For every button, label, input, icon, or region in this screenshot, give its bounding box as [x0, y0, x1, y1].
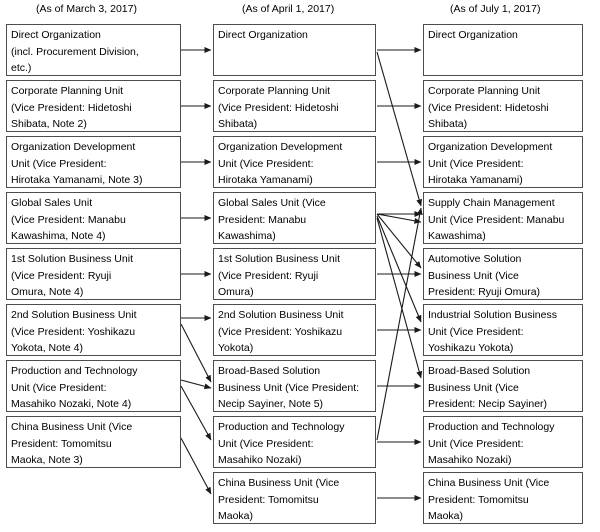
connector-arrow — [376, 207, 423, 441]
org-unit-label: Organization Development Unit (Vice Pres… — [218, 141, 343, 187]
org-unit-box-a7[interactable]: Broad-Based Solution Business Unit (Vice… — [213, 360, 376, 412]
org-unit-label: Automotive Solution Business Unit (Vice … — [428, 253, 541, 299]
org-unit-box-j1[interactable]: Direct Organization — [423, 24, 583, 76]
org-unit-label: Direct Organization — [218, 29, 308, 41]
org-unit-label: Corporate Planning Unit (Vice President:… — [218, 85, 339, 131]
org-unit-box-a2[interactable]: Corporate Planning Unit (Vice President:… — [213, 80, 376, 132]
org-unit-box-m1[interactable]: Direct Organization (incl. Procurement D… — [6, 24, 181, 76]
org-unit-label: China Business Unit (Vice President: Tom… — [428, 477, 550, 523]
org-unit-box-m3[interactable]: Organization Development Unit (Vice Pres… — [6, 136, 181, 188]
connector-arrow — [376, 213, 422, 269]
org-unit-box-a1[interactable]: Direct Organization — [213, 24, 376, 76]
org-unit-box-m4[interactable]: Global Sales Unit (Vice President: Manab… — [6, 192, 181, 244]
org-unit-label: Direct Organization (incl. Procurement D… — [11, 29, 139, 75]
org-unit-label: Supply Chain Management Unit (Vice Presi… — [428, 197, 565, 243]
org-unit-box-m6[interactable]: 2nd Solution Business Unit (Vice Preside… — [6, 304, 181, 356]
org-unit-label: Industrial Solution Business Unit (Vice … — [428, 309, 557, 355]
org-unit-label: Corporate Planning Unit (Vice President:… — [428, 85, 549, 131]
org-unit-box-a6[interactable]: 2nd Solution Business Unit (Vice Preside… — [213, 304, 376, 356]
column-header-april: (As of April 1, 2017) — [242, 3, 335, 15]
connector-arrow — [180, 379, 212, 390]
org-unit-label: Broad-Based Solution Business Unit (Vice… — [428, 365, 548, 411]
org-unit-label: China Business Unit (Vice President: Tom… — [11, 421, 133, 467]
connector-arrow — [180, 323, 212, 383]
org-unit-label: 1st Solution Business Unit (Vice Preside… — [11, 253, 133, 299]
org-unit-label: 2nd Solution Business Unit (Vice Preside… — [11, 309, 137, 355]
org-unit-label: Organization Development Unit (Vice Pres… — [11, 141, 143, 187]
org-unit-box-j7[interactable]: Broad-Based Solution Business Unit (Vice… — [423, 360, 583, 412]
org-unit-label: Direct Organization — [428, 29, 518, 41]
org-unit-label: Organization Development Unit (Vice Pres… — [428, 141, 553, 187]
org-unit-label: 2nd Solution Business Unit (Vice Preside… — [218, 309, 344, 355]
org-unit-box-j4[interactable]: Supply Chain Management Unit (Vice Presi… — [423, 192, 583, 244]
org-unit-box-j3[interactable]: Organization Development Unit (Vice Pres… — [423, 136, 583, 188]
org-unit-box-j2[interactable]: Corporate Planning Unit (Vice President:… — [423, 80, 583, 132]
org-unit-box-j5[interactable]: Automotive Solution Business Unit (Vice … — [423, 248, 583, 300]
org-unit-label: 1st Solution Business Unit (Vice Preside… — [218, 253, 340, 299]
org-unit-box-a9[interactable]: China Business Unit (Vice President: Tom… — [213, 472, 376, 524]
org-unit-box-m2[interactable]: Corporate Planning Unit (Vice President:… — [6, 80, 181, 132]
org-unit-label: Broad-Based Solution Business Unit (Vice… — [218, 365, 360, 411]
org-unit-box-j8[interactable]: Production and Technology Unit (Vice Pre… — [423, 416, 583, 468]
org-unit-label: China Business Unit (Vice President: Tom… — [218, 477, 340, 523]
org-unit-label: Production and Technology Unit (Vice Pre… — [218, 421, 345, 467]
org-unit-box-a8[interactable]: Production and Technology Unit (Vice Pre… — [213, 416, 376, 468]
org-unit-box-a3[interactable]: Organization Development Unit (Vice Pres… — [213, 136, 376, 188]
org-unit-label: Global Sales Unit (Vice President: Manab… — [218, 197, 326, 243]
org-change-diagram: (As of March 3, 2017) Direct Organization… — [0, 0, 600, 532]
column-header-march: (As of March 3, 2017) — [36, 3, 137, 15]
column-header-july: (As of July 1, 2017) — [450, 3, 541, 15]
org-unit-box-a5[interactable]: 1st Solution Business Unit (Vice Preside… — [213, 248, 376, 300]
org-unit-label: Production and Technology Unit (Vice Pre… — [11, 365, 138, 411]
org-unit-box-m7[interactable]: Production and Technology Unit (Vice Pre… — [6, 360, 181, 412]
connector-arrow — [180, 385, 212, 441]
org-unit-box-j9[interactable]: China Business Unit (Vice President: Tom… — [423, 472, 583, 524]
org-unit-box-j6[interactable]: Industrial Solution Business Unit (Vice … — [423, 304, 583, 356]
org-unit-label: Corporate Planning Unit (Vice President:… — [11, 85, 132, 131]
connector-arrow — [376, 51, 423, 207]
connector-arrow — [376, 213, 422, 224]
org-unit-label: Production and Technology Unit (Vice Pre… — [428, 421, 555, 467]
connector-arrow — [180, 437, 212, 495]
org-unit-box-m5[interactable]: 1st Solution Business Unit (Vice Preside… — [6, 248, 181, 300]
org-unit-label: Global Sales Unit (Vice President: Manab… — [11, 197, 126, 243]
org-unit-box-m8[interactable]: China Business Unit (Vice President: Tom… — [6, 416, 181, 468]
org-unit-box-a4[interactable]: Global Sales Unit (Vice President: Manab… — [213, 192, 376, 244]
connector-arrow — [376, 217, 423, 379]
connector-arrow — [376, 215, 422, 323]
